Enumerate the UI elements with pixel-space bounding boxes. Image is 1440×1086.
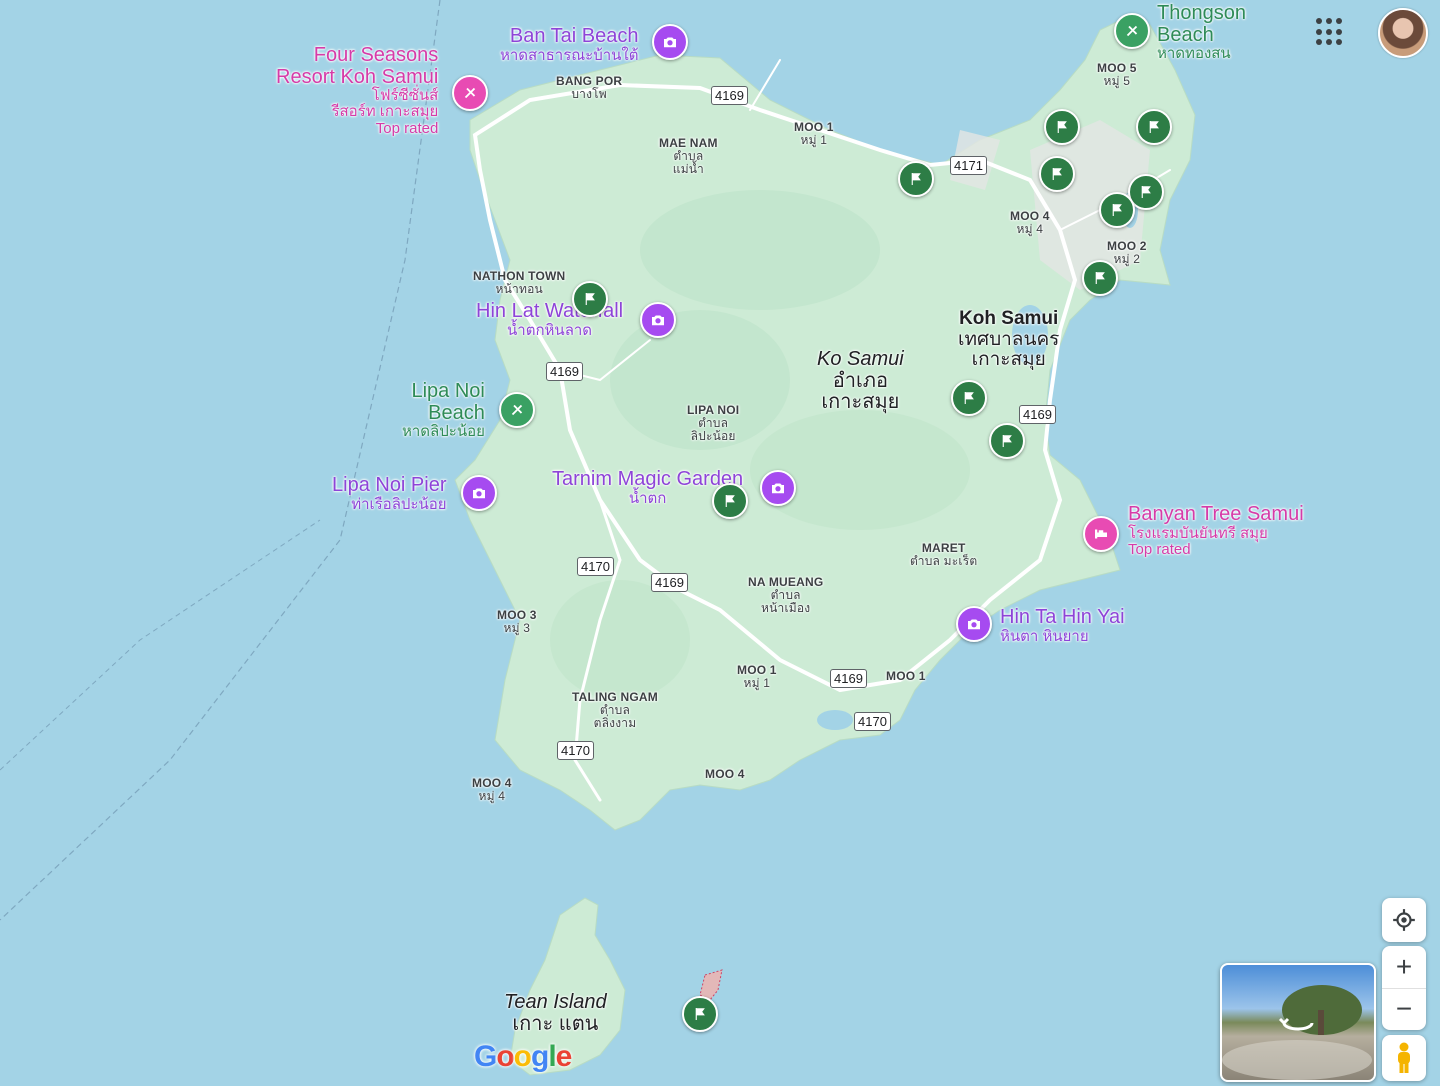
resort-icon[interactable] xyxy=(452,75,488,111)
flag-icon[interactable] xyxy=(1044,109,1080,145)
street-view-thumbnail[interactable] xyxy=(1220,963,1376,1082)
poi-label-ban-tai-beach[interactable]: Ban Tai Beach หาดสาธารณะบ้านใต้ xyxy=(500,25,639,64)
area-label: MOO 4 หมู่ 4 xyxy=(1010,209,1050,236)
camera-icon[interactable] xyxy=(956,606,992,642)
road-shield: 4169 xyxy=(546,362,583,381)
flag-icon[interactable] xyxy=(682,996,718,1032)
google-logo: Google xyxy=(474,1040,572,1073)
area-label: LIPA NOI ตำบล ลิปะน้อย xyxy=(687,403,740,443)
area-label: NA MUEANG ตำบล หน้าเมือง xyxy=(748,575,824,615)
area-label: MOO 3 หมู่ 3 xyxy=(497,608,537,635)
road-shield: 4170 xyxy=(577,557,614,576)
area-label: TALING NGAM ตำบล ตลิ่งงาม xyxy=(572,690,658,730)
area-label: MOO 5 หมู่ 5 xyxy=(1097,61,1137,88)
flag-icon[interactable] xyxy=(1039,156,1075,192)
area-label: MAE NAM ตำบล แม่น้ำ xyxy=(659,136,718,176)
hotel-icon[interactable] xyxy=(1083,516,1119,552)
city-label: Koh Samui เทศบาลนคร เกาะสมุย xyxy=(958,308,1060,371)
area-label: MOO 4 xyxy=(705,767,745,781)
flag-icon[interactable] xyxy=(898,161,934,197)
poi-label-lipa-noi-pier[interactable]: Lipa Noi Pier ท่าเรือลิปะน้อย xyxy=(332,474,447,513)
flag-icon[interactable] xyxy=(572,281,608,317)
road-shield: 4169 xyxy=(651,573,688,592)
apps-grid-icon[interactable] xyxy=(1316,18,1344,46)
poi-label-lipa-noi-beach[interactable]: Lipa Noi Beach หาดลิปะน้อย xyxy=(402,380,485,440)
beach-icon[interactable] xyxy=(1114,13,1150,49)
crosshair-icon xyxy=(1393,909,1415,931)
road-shield: 4171 xyxy=(950,156,987,175)
zoom-controls: + − xyxy=(1382,946,1426,1030)
area-label: MARET ตำบล มะเร็ต xyxy=(910,541,978,568)
poi-label-hin-ta-hin-yai[interactable]: Hin Ta Hin Yai หินตา หินยาย xyxy=(1000,606,1125,645)
flag-icon[interactable] xyxy=(989,423,1025,459)
pegman-icon xyxy=(1398,1042,1410,1073)
road-shield: 4169 xyxy=(830,669,867,688)
road-shield: 4170 xyxy=(854,712,891,731)
area-label: MOO 1 xyxy=(886,669,926,683)
camera-icon[interactable] xyxy=(652,24,688,60)
camera-icon[interactable] xyxy=(640,302,676,338)
area-label: MOO 2 หมู่ 2 xyxy=(1107,239,1147,266)
area-label: NATHON TOWN หน้าทอน xyxy=(473,269,566,296)
my-location-button[interactable] xyxy=(1382,898,1426,942)
flag-icon[interactable] xyxy=(1136,109,1172,145)
area-label: MOO 1 หมู่ 1 xyxy=(794,120,834,147)
area-label: MOO 4 หมู่ 4 xyxy=(472,776,512,803)
beach-icon[interactable] xyxy=(499,392,535,428)
zoom-out-button[interactable]: − xyxy=(1382,989,1426,1031)
area-label: MOO 1 หมู่ 1 xyxy=(737,663,777,690)
road-shield: 4169 xyxy=(1019,405,1056,424)
flag-icon[interactable] xyxy=(1099,192,1135,228)
camera-icon[interactable] xyxy=(461,475,497,511)
island-label: Tean Island เกาะ แตน xyxy=(504,991,607,1035)
camera-icon[interactable] xyxy=(760,470,796,506)
poi-label-thongson-beach[interactable]: Thongson Beach หาดทองสน xyxy=(1157,2,1246,62)
zoom-in-button[interactable]: + xyxy=(1382,946,1426,989)
road-shield: 4170 xyxy=(557,741,594,760)
pegman-button[interactable] xyxy=(1382,1035,1426,1081)
road-shield: 4169 xyxy=(711,86,748,105)
poi-label-banyan-tree[interactable]: Banyan Tree Samui โรงแรมบันยันทรี สมุย Top… xyxy=(1128,503,1304,558)
flag-icon[interactable] xyxy=(1082,260,1118,296)
flag-icon[interactable] xyxy=(712,483,748,519)
avatar[interactable] xyxy=(1378,8,1428,58)
district-label: Ko Samui อำเภอ เกาะสมุย xyxy=(817,348,904,414)
poi-label-four-seasons[interactable]: Four Seasons Resort Koh Samui โฟร์ซีซั่นส… xyxy=(276,44,438,137)
flag-icon[interactable] xyxy=(951,380,987,416)
area-label: BANG POR บางโพ xyxy=(556,74,623,101)
